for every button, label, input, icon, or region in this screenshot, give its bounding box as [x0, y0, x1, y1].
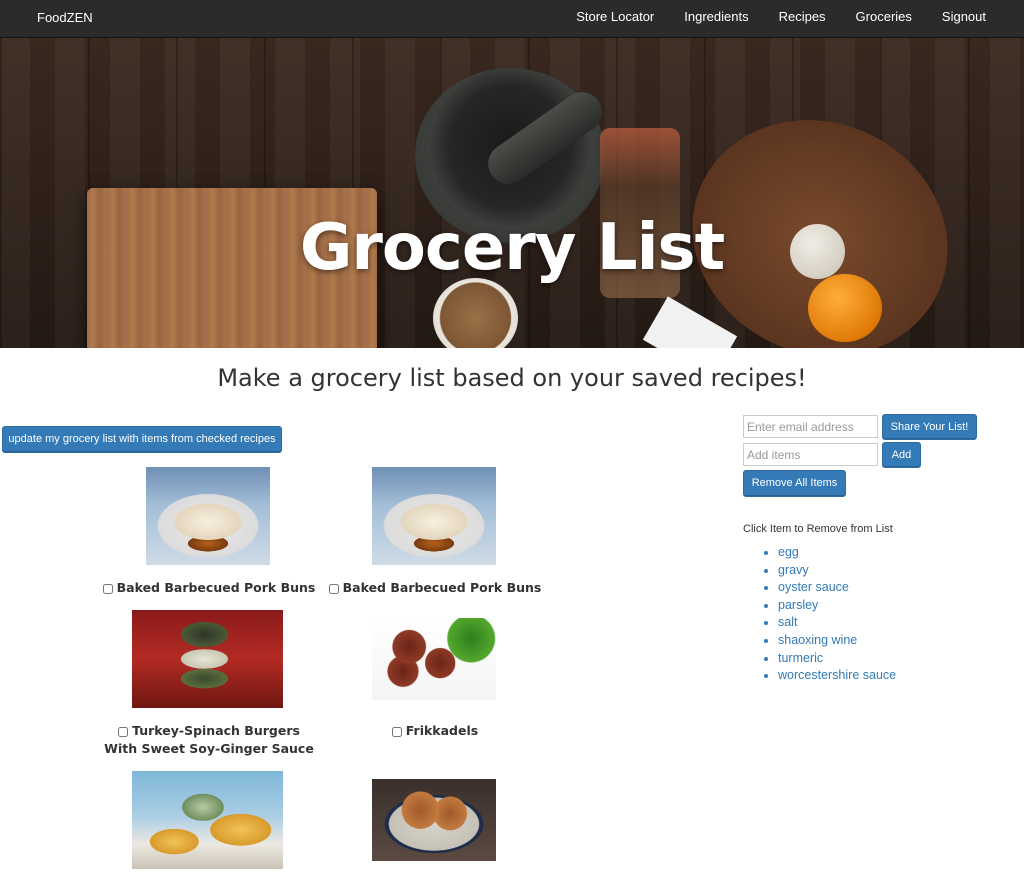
hero-banner: Grocery List	[0, 38, 1024, 348]
recipe-image	[132, 771, 283, 869]
grocery-item[interactable]: parsley	[778, 597, 896, 615]
grocery-item[interactable]: shaoxing wine	[778, 632, 896, 650]
grocery-item-label[interactable]: parsley	[778, 598, 818, 612]
recipe-image	[146, 467, 270, 565]
grocery-list: egg gravy oyster sauce parsley salt shao…	[763, 544, 896, 685]
recipe-checkbox[interactable]	[328, 583, 339, 594]
grocery-item[interactable]: gravy	[778, 562, 896, 580]
recipe-label: Baked Barbecued Pork Buns	[100, 579, 318, 597]
sugar-bowl-image	[433, 278, 518, 348]
recipe-checkbox[interactable]	[102, 583, 113, 594]
nav-store-locator[interactable]: Store Locator	[561, 0, 669, 38]
grocery-item[interactable]: salt	[778, 614, 896, 632]
brand-link[interactable]: FoodZEN	[37, 10, 93, 25]
recipe-image	[372, 467, 496, 565]
share-list-button[interactable]: Share Your List!	[882, 414, 977, 440]
recipe-label: Turkey-Spinach Burgers With Sweet Soy-Gi…	[100, 722, 318, 758]
recipe-image	[132, 610, 283, 708]
nav-signout[interactable]: Signout	[927, 0, 1001, 38]
grocery-item-label[interactable]: salt	[778, 615, 797, 629]
update-grocery-list-button[interactable]: update my grocery list with items from c…	[2, 426, 282, 453]
add-items-input[interactable]	[743, 443, 878, 466]
grocery-item-label[interactable]: shaoxing wine	[778, 633, 857, 647]
recipe-name: Frikkadels	[405, 723, 479, 738]
recipe-name: Baked Barbecued Pork Buns	[116, 580, 316, 595]
recipe-name: Baked Barbecued Pork Buns	[342, 580, 542, 595]
grocery-item-label[interactable]: turmeric	[778, 651, 823, 665]
recipe-checkbox[interactable]	[391, 726, 402, 737]
grocery-item[interactable]: oyster sauce	[778, 579, 896, 597]
recipe-name: Turkey-Spinach Burgers With Sweet Soy-Gi…	[104, 723, 314, 756]
nav-links: Store Locator Ingredients Recipes Grocer…	[561, 0, 1001, 38]
grocery-item-label[interactable]: worcestershire sauce	[778, 668, 896, 682]
grocery-item-label[interactable]: gravy	[778, 563, 809, 577]
grocery-item[interactable]: worcestershire sauce	[778, 667, 896, 685]
page-subtitle: Make a grocery list based on your saved …	[217, 364, 807, 392]
page-title: Grocery List	[299, 211, 725, 285]
remove-hint: Click Item to Remove from List	[743, 523, 893, 535]
remove-all-items-button[interactable]: Remove All Items	[743, 470, 846, 497]
grocery-item[interactable]: egg	[778, 544, 896, 562]
recipe-image	[372, 779, 496, 861]
recipe-checkbox[interactable]	[118, 726, 129, 737]
recipe-label: Frikkadels	[326, 722, 544, 740]
nav-groceries[interactable]: Groceries	[841, 0, 927, 38]
grocery-item-label[interactable]: egg	[778, 545, 799, 559]
add-button[interactable]: Add	[882, 442, 921, 468]
nav-recipes[interactable]: Recipes	[764, 0, 841, 38]
recipe-image	[372, 618, 496, 700]
navbar: FoodZEN Store Locator Ingredients Recipe…	[0, 0, 1024, 38]
grocery-item[interactable]: turmeric	[778, 650, 896, 668]
nav-ingredients[interactable]: Ingredients	[669, 0, 763, 38]
grocery-item-label[interactable]: oyster sauce	[778, 580, 849, 594]
recipe-label: Baked Barbecued Pork Buns	[326, 579, 544, 597]
email-input[interactable]	[743, 415, 878, 438]
